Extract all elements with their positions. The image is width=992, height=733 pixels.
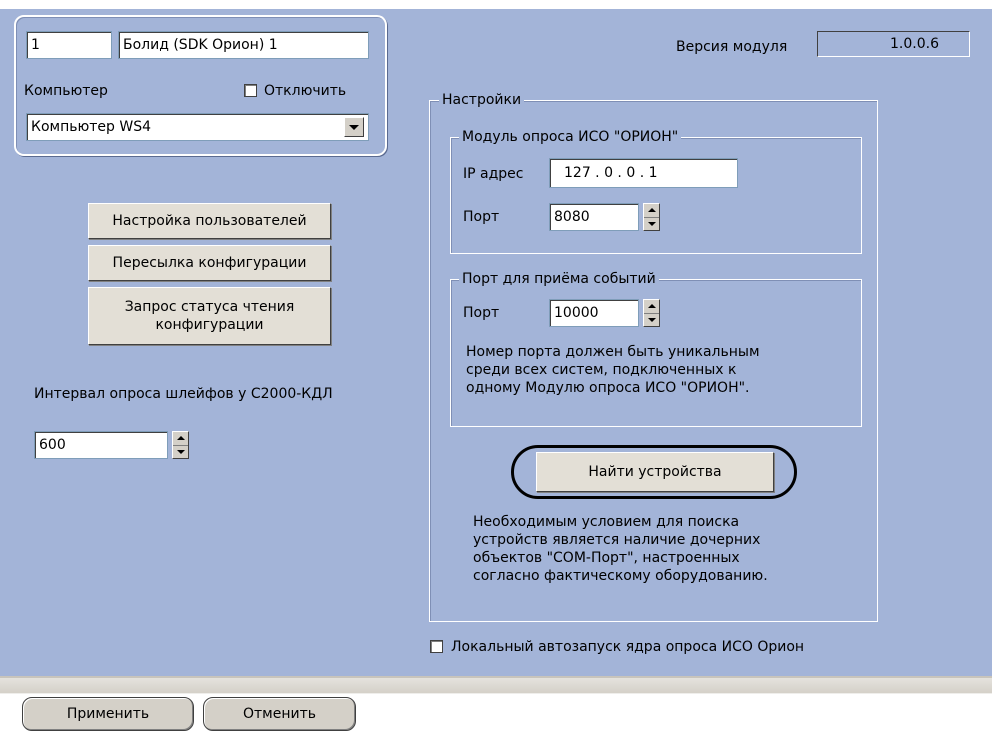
events-port-note: Номер порта должен быть уникальным среди… <box>466 344 760 396</box>
cancel-button[interactable]: Отменить <box>203 697 356 731</box>
orion-port-spinner[interactable] <box>643 203 660 231</box>
apply-button[interactable]: Применить <box>22 697 194 731</box>
local-autostart-checkbox[interactable] <box>430 640 443 653</box>
events-port-field[interactable]: 10000 <box>549 299 639 327</box>
orion-port-field[interactable]: 8080 <box>549 203 639 231</box>
ip-address-field[interactable]: 127 . 0 . 0 . 1 <box>549 158 738 188</box>
config-status-line2: конфигурации <box>155 317 264 333</box>
orion-port-label: Порт <box>463 209 500 225</box>
find-devices-button[interactable]: Найти устройства <box>536 452 774 492</box>
config-status-line1: Запрос статуса чтения <box>124 299 295 315</box>
disable-label: Отключить <box>264 83 347 99</box>
settings-group-title: Настройки <box>439 91 525 109</box>
orion-module-title: Модуль опроса ИСО "ОРИОН" <box>459 128 682 146</box>
spin-up-icon[interactable] <box>644 204 659 218</box>
send-config-button[interactable]: Пересылка конфигурации <box>88 245 331 281</box>
spin-up-icon[interactable] <box>173 432 188 446</box>
module-version-label: Версия модуля <box>676 39 788 55</box>
users-setup-button[interactable]: Настройка пользователей <box>88 203 331 239</box>
object-id-field[interactable]: 1 <box>26 31 112 59</box>
config-status-button[interactable]: Запрос статуса чтения конфигурации <box>88 287 331 345</box>
orion-module-group <box>450 137 862 254</box>
computer-select-dropdown-button[interactable] <box>344 117 364 137</box>
top-cut-strip <box>0 0 992 9</box>
disable-checkbox[interactable] <box>244 84 257 97</box>
poll-interval-label: Интервал опроса шлейфов у С2000-КДЛ <box>34 386 333 402</box>
events-port-label: Порт <box>463 305 500 321</box>
chevron-down-icon <box>349 124 359 130</box>
ip-address-label: IP адрес <box>463 166 524 182</box>
poll-interval-spinner[interactable] <box>172 431 189 459</box>
spin-down-icon[interactable] <box>173 446 188 459</box>
find-devices-note: Необходимым условием для поиска устройст… <box>473 514 768 584</box>
spin-down-icon[interactable] <box>644 218 659 231</box>
computer-select[interactable]: Компьютер WS4 <box>26 113 369 141</box>
events-port-spinner[interactable] <box>643 299 660 327</box>
computer-select-value: Компьютер WS4 <box>31 119 151 135</box>
computer-label: Компьютер <box>24 83 108 99</box>
spin-up-icon[interactable] <box>644 300 659 314</box>
module-version-field: 1.0.0.6 <box>817 31 970 57</box>
events-port-title: Порт для приёма событий <box>459 270 659 288</box>
object-name-field[interactable]: Болид (SDK Орион) 1 <box>118 31 369 59</box>
spin-down-icon[interactable] <box>644 314 659 327</box>
local-autostart-label: Локальный автозапуск ядра опроса ИСО Ори… <box>451 639 805 655</box>
poll-interval-field[interactable]: 600 <box>34 431 168 459</box>
